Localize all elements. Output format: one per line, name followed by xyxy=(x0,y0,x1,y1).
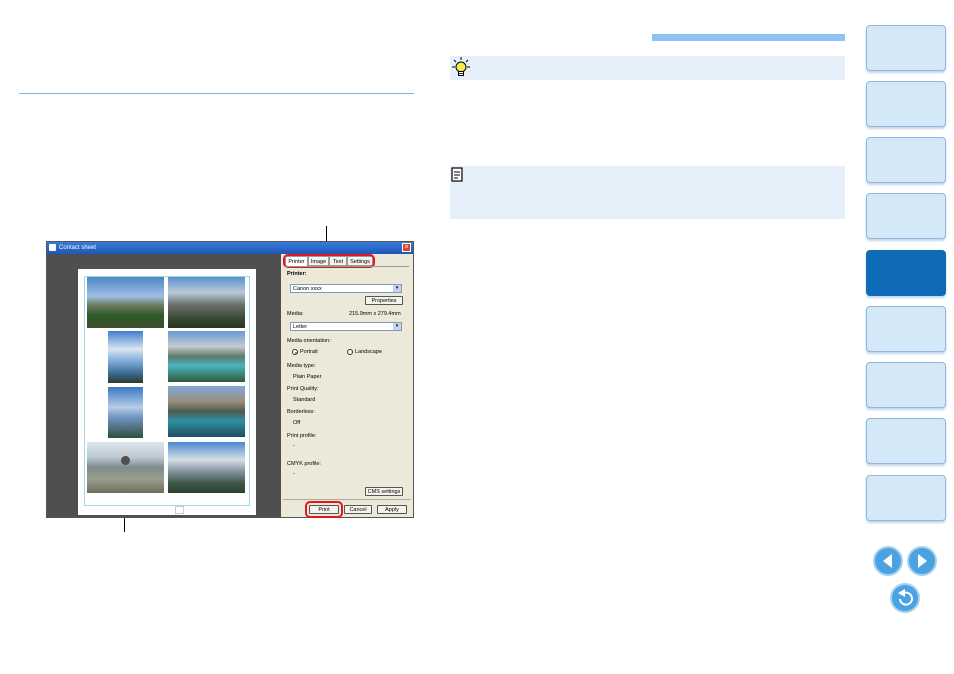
landscape-option-label: Landscape xyxy=(355,349,382,355)
printer-select[interactable]: Canon xxxx ▾ xyxy=(290,284,402,293)
return-icon[interactable] xyxy=(890,583,920,613)
window-title-bar: Contact sheet × xyxy=(47,242,413,254)
nav-tab-2[interactable] xyxy=(866,81,946,127)
chevron-down-icon: ▾ xyxy=(393,285,401,292)
orientation-label: Media orientation: xyxy=(287,338,331,344)
cmyk-profile-value: - xyxy=(293,471,295,477)
portrait-radio[interactable] xyxy=(292,349,298,355)
photo-thumbnail[interactable] xyxy=(168,277,245,328)
footer-divider xyxy=(283,499,411,500)
photo-thumbnail[interactable] xyxy=(87,442,164,493)
media-select-value: Letter xyxy=(293,324,308,330)
nav-tab-1[interactable] xyxy=(866,25,946,71)
cmyk-profile-label: CMYK profile: xyxy=(287,461,321,467)
printer-select-value: Canon xxxx xyxy=(293,286,322,292)
section-divider xyxy=(19,93,414,94)
previous-page-icon[interactable] xyxy=(873,546,903,576)
print-profile-label: Print profile: xyxy=(287,433,317,439)
photo-thumbnail[interactable] xyxy=(168,331,245,382)
nav-tab-6[interactable] xyxy=(866,306,946,352)
contact-sheet-window: Contact sheet × 1/2 ▷ Printer Image Text… xyxy=(46,241,414,518)
print-quality-label: Print Quality: xyxy=(287,386,319,392)
print-quality-value: Standard xyxy=(293,397,316,403)
cms-settings-button[interactable]: CMS settings xyxy=(365,487,403,496)
nav-tab-8[interactable] xyxy=(866,418,946,464)
window-title: Contact sheet xyxy=(59,245,97,251)
photo-thumbnail[interactable] xyxy=(168,386,245,437)
next-page-icon[interactable] xyxy=(907,546,937,576)
tab-content-divider xyxy=(285,266,409,267)
printer-label: Printer: xyxy=(287,271,307,277)
photo-thumbnail[interactable] xyxy=(87,277,164,328)
lightbulb-icon xyxy=(451,56,471,80)
close-icon[interactable]: × xyxy=(402,243,411,252)
hint-box xyxy=(450,56,845,80)
settings-panel: Printer Image Text Settings Printer: Can… xyxy=(283,254,411,518)
borderless-value: Off xyxy=(293,420,301,426)
media-size: 215.9mm x 279.4mm xyxy=(349,311,401,317)
apply-button[interactable]: Apply xyxy=(377,505,407,514)
memo-box xyxy=(450,166,845,219)
photo-thumbnail[interactable] xyxy=(168,442,245,493)
preview-area: 1/2 ▷ xyxy=(47,254,281,517)
memo-icon xyxy=(451,167,463,183)
heading-accent-bar xyxy=(652,34,845,41)
photo-thumbnail[interactable] xyxy=(108,331,143,383)
chevron-down-icon: ▾ xyxy=(393,323,401,330)
page-indicator: 1/2 xyxy=(160,508,169,514)
nav-tab-7[interactable] xyxy=(866,362,946,408)
print-profile-value: - xyxy=(293,443,295,449)
landscape-radio[interactable] xyxy=(347,349,353,355)
cancel-button[interactable]: Cancel xyxy=(344,505,372,514)
media-type-label: Media type: xyxy=(287,363,316,369)
media-type-value: Plain Paper xyxy=(293,374,322,380)
photo-thumbnail[interactable] xyxy=(108,387,143,438)
next-page-button[interactable]: ▷ xyxy=(175,506,184,514)
borderless-label: Borderless: xyxy=(287,409,315,415)
portrait-option-label: Portrait xyxy=(300,349,318,355)
print-highlight xyxy=(305,501,343,518)
nav-tab-4[interactable] xyxy=(866,193,946,239)
app-icon xyxy=(49,244,56,251)
preview-sheet xyxy=(78,269,256,515)
callout-marker xyxy=(121,456,130,465)
nav-tab-9[interactable] xyxy=(866,475,946,521)
media-label: Media: xyxy=(287,311,304,317)
nav-tab-3[interactable] xyxy=(866,137,946,183)
properties-button[interactable]: Properties xyxy=(365,296,403,305)
nav-tab-5[interactable] xyxy=(866,250,946,296)
media-select[interactable]: Letter ▾ xyxy=(290,322,402,331)
